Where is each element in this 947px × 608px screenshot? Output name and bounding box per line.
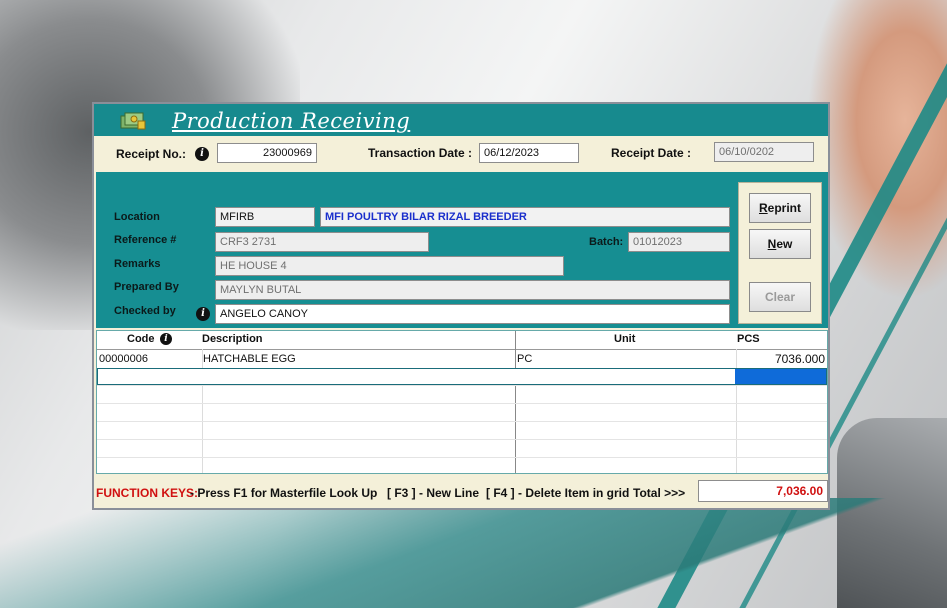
cell-pcs[interactable]: 7036.000 [775,352,825,366]
transaction-date-field[interactable]: 06/12/2023 [479,143,579,163]
prepared-by-field: MAYLYN BUTAL [215,280,730,300]
receipt-no-label: Receipt No.: [116,147,187,161]
f4-hint: [ F4 ] - Delete Item in grid [486,486,630,500]
background-wave [0,498,947,608]
f3-hint: [ F3 ] - New Line [387,486,480,500]
receipt-date-label: Receipt Date : [611,146,692,160]
remarks-label: Remarks [114,258,161,270]
column-divider [515,331,516,473]
info-icon[interactable]: i [160,333,172,345]
receipt-no-field[interactable]: 23000969 [217,143,317,163]
selected-cell[interactable] [735,369,826,384]
batch-field: 01012023 [628,232,730,252]
reference-field: CRF3 2731 [215,232,429,252]
row-divider [97,403,827,404]
cell-code[interactable]: 00000006 [99,353,148,365]
receipt-date-field: 06/10/0202 [714,142,814,162]
row-divider [97,385,827,386]
location-name-field: MFI POULTRY BILAR RIZAL BREEDER [320,207,730,227]
items-grid[interactable]: Code i Description Unit PCS 00000006 HAT… [96,330,828,474]
checked-by-label: Checked by [114,305,176,317]
column-header-unit[interactable]: Unit [614,333,635,345]
column-header-code[interactable]: Code [127,333,155,345]
total-label: Total >>> [633,486,686,500]
action-button-panel: Reprint New Clear [738,182,822,324]
row-divider [97,457,827,458]
remarks-field: HE HOUSE 4 [215,256,564,276]
total-value: 7,036.00 [698,480,828,502]
cell-description[interactable]: HATCHABLE EGG [203,353,296,365]
new-button[interactable]: New [749,229,811,259]
money-icon [120,112,146,130]
row-divider [97,439,827,440]
transaction-date-label: Transaction Date : [368,146,473,160]
reprint-button[interactable]: Reprint [749,193,811,223]
column-header-description[interactable]: Description [202,333,263,345]
details-panel: Location MFIRB MFI POULTRY BILAR RIZAL B… [96,172,828,328]
title-bar: Production Receiving [94,104,828,137]
column-header-pcs[interactable]: PCS [737,333,760,345]
info-icon[interactable]: i [195,147,209,161]
row-divider [97,421,827,422]
checked-by-field[interactable]: ANGELO CANOY [215,304,730,324]
header-row: Receipt No.: i 23000969 Transaction Date… [94,136,828,170]
location-code-field[interactable]: MFIRB [215,207,315,227]
footer-bar: FUNCTION KEYS: - Press F1 for Masterfile… [94,478,828,508]
window-title: Production Receiving [172,109,411,133]
prepared-by-label: Prepared By [114,281,179,293]
new-entry-row[interactable] [97,368,827,385]
function-keys-label: FUNCTION KEYS: [96,486,198,500]
batch-label: Batch: [589,236,624,248]
f1-hint: - Press F1 for Masterfile Look Up [190,486,378,500]
location-label: Location [114,211,160,223]
cell-unit[interactable]: PC [517,353,532,365]
info-icon[interactable]: i [196,307,210,321]
reference-label: Reference # [114,234,177,246]
clear-button: Clear [749,282,811,312]
production-receiving-window: Production Receiving Receipt No.: i 2300… [92,102,830,510]
grid-header: Code i Description Unit PCS [97,331,827,350]
